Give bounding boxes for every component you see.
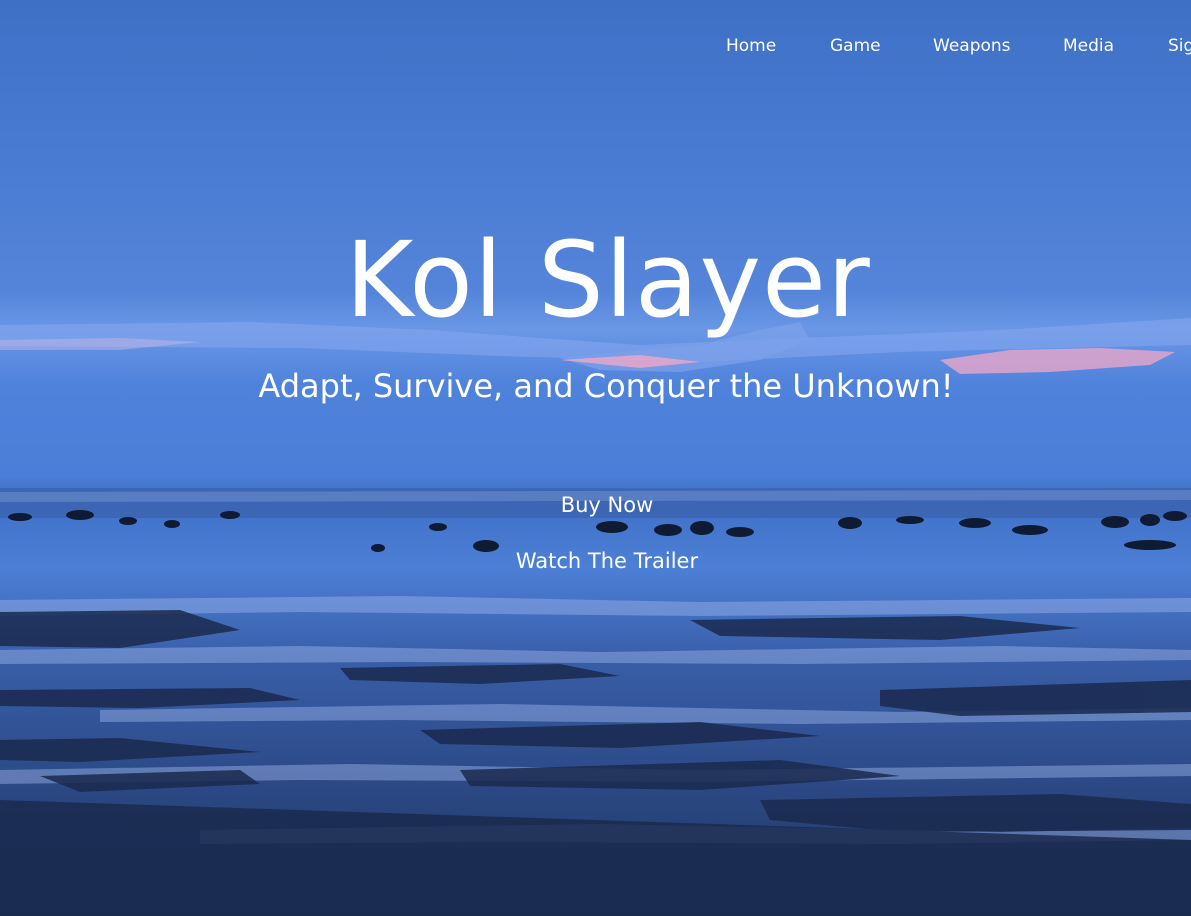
nav-link-game[interactable]: Game	[830, 34, 881, 58]
buy-now-label[interactable]: Buy Now	[561, 493, 654, 517]
nav-link-home[interactable]: Home	[726, 34, 776, 58]
nav-link-sign[interactable]: Sign	[1168, 34, 1191, 58]
buy-now-button[interactable]: Buy Now	[0, 490, 1191, 520]
watch-trailer-label[interactable]: Watch The Trailer	[516, 549, 698, 573]
nav-link-weapons[interactable]: Weapons	[933, 34, 1011, 58]
hero-subtitle: Adapt, Survive, and Conquer the Unknown!	[258, 367, 954, 405]
top-navigation: Home Game Weapons Media Sign	[700, 34, 1191, 58]
background-image	[0, 318, 1191, 916]
hero-section: Home Game Weapons Media Sign Kol Slayer …	[0, 0, 1191, 916]
nav-link-media[interactable]: Media	[1063, 34, 1114, 58]
watch-trailer-button[interactable]: Watch The Trailer	[0, 546, 1191, 576]
hero-title: Kol Slayer	[345, 219, 871, 341]
